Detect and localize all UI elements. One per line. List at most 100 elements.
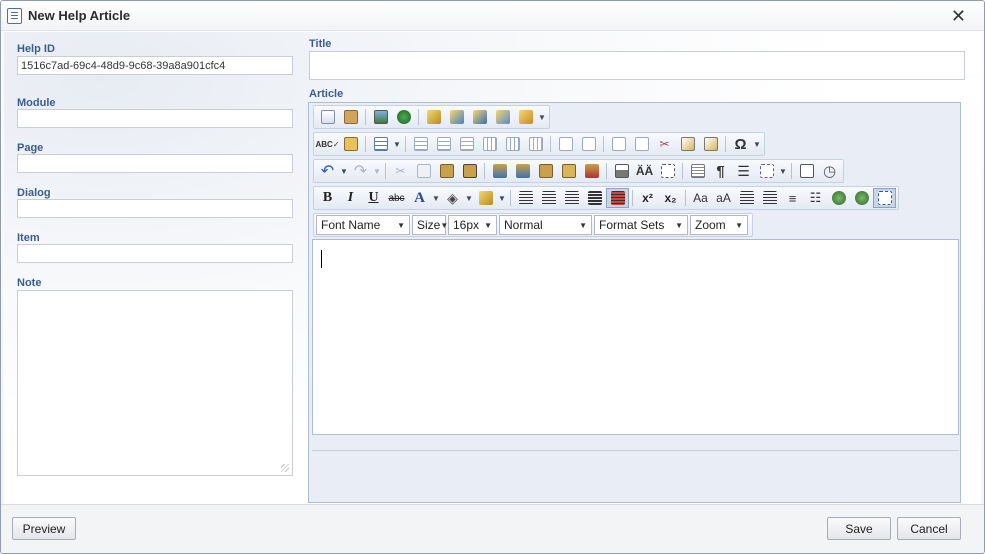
justify-icon[interactable] — [583, 188, 606, 208]
paste-from-word-icon[interactable] — [458, 161, 481, 181]
chevron-down-icon[interactable]: ▼ — [372, 161, 382, 181]
ordered-list-icon[interactable]: ≡ — [781, 188, 804, 208]
delete-row-icon[interactable] — [455, 134, 478, 154]
zoom-select[interactable]: Zoom ▼ — [690, 215, 748, 235]
link-manager-icon[interactable] — [422, 107, 445, 127]
insert-column-left-icon[interactable] — [478, 134, 501, 154]
insert-row-above-icon[interactable] — [409, 134, 432, 154]
help-id-field[interactable] — [17, 56, 293, 75]
paste-plain-text-icon[interactable] — [488, 161, 511, 181]
cut-icon[interactable]: ✂ — [389, 161, 412, 181]
insert-column-right-icon[interactable] — [501, 134, 524, 154]
underline-icon[interactable]: U — [362, 188, 385, 208]
merge-columns-icon[interactable] — [554, 134, 577, 154]
paragraph-icon[interactable]: ¶ — [709, 161, 732, 181]
delete-column-icon[interactable] — [524, 134, 547, 154]
insert-row-below-icon[interactable] — [432, 134, 455, 154]
image-manager-icon[interactable] — [392, 107, 415, 127]
paste-html-icon[interactable] — [580, 161, 603, 181]
find-replace-icon[interactable] — [339, 134, 362, 154]
hyperlink-icon[interactable] — [827, 188, 850, 208]
chevron-down-icon[interactable]: ▼ — [464, 188, 474, 208]
chevron-down-icon[interactable]: ▼ — [497, 188, 507, 208]
cut-cell-icon[interactable]: ✂ — [653, 134, 676, 154]
chevron-down-icon[interactable]: ▼ — [431, 188, 441, 208]
outdent-icon[interactable] — [758, 188, 781, 208]
cell-properties-icon[interactable] — [699, 134, 722, 154]
title-field[interactable] — [309, 51, 965, 80]
convert-to-lower-icon[interactable]: Aa — [689, 188, 712, 208]
preview-button[interactable]: Preview — [12, 517, 76, 540]
find-icon[interactable]: ÄÄ — [633, 161, 656, 181]
note-textarea[interactable] — [17, 290, 293, 476]
page-field[interactable] — [17, 154, 293, 173]
save-button[interactable]: Save — [827, 517, 891, 540]
font-name-select[interactable]: Font Name ▼ — [316, 215, 410, 235]
table-icon[interactable] — [369, 134, 392, 154]
paste-special-icon[interactable] — [557, 161, 580, 181]
editor-content-area[interactable] — [312, 239, 959, 435]
redo-icon[interactable]: ↷ — [349, 161, 372, 181]
spellcheck-icon[interactable]: ABC✓ — [315, 134, 339, 154]
unordered-list-icon[interactable]: ☷ — [804, 188, 827, 208]
clear-format-icon[interactable] — [339, 107, 362, 127]
align-center-icon[interactable] — [537, 188, 560, 208]
fore-color-icon[interactable]: A — [408, 188, 431, 208]
undo-icon[interactable]: ↶ — [316, 161, 339, 181]
align-left-icon[interactable] — [514, 188, 537, 208]
symbols-icon[interactable]: Ω — [729, 134, 752, 154]
document-edit-icon[interactable] — [316, 107, 339, 127]
copy-icon[interactable] — [412, 161, 435, 181]
unlink-icon[interactable] — [850, 188, 873, 208]
bold-icon[interactable]: B — [316, 188, 339, 208]
table-properties-icon[interactable] — [676, 134, 699, 154]
dialog-titlebar[interactable]: New Help Article ✕ — [1, 1, 984, 31]
remove-alignment-icon[interactable] — [606, 188, 629, 208]
media-manager-icon[interactable] — [468, 107, 491, 127]
print-icon[interactable] — [610, 161, 633, 181]
paste-icon[interactable] — [435, 161, 458, 181]
format-stripper-icon[interactable] — [686, 161, 709, 181]
resize-grip-icon[interactable] — [281, 464, 289, 472]
text-caret — [321, 250, 322, 268]
module-manager-icon[interactable] — [795, 161, 818, 181]
document-manager-icon[interactable] — [491, 107, 514, 127]
real-font-size-select[interactable]: 16px ▼ — [448, 215, 497, 235]
track-changes-icon[interactable]: ◷ — [818, 161, 841, 181]
chevron-down-icon[interactable]: ▼ — [392, 134, 402, 154]
align-right-icon[interactable] — [560, 188, 583, 208]
paste-format-icon[interactable] — [534, 161, 557, 181]
insert-snippet-icon[interactable] — [755, 161, 778, 181]
module-field[interactable] — [17, 109, 293, 128]
cancel-button[interactable]: Cancel — [897, 517, 961, 540]
select-all-icon[interactable] — [656, 161, 679, 181]
paste-as-html-icon[interactable] — [511, 161, 534, 181]
italic-icon[interactable]: I — [339, 188, 362, 208]
font-size-select[interactable]: Size ▼ — [412, 215, 448, 235]
chevron-down-icon[interactable]: ▼ — [752, 134, 762, 154]
close-icon[interactable]: ✕ — [951, 6, 966, 27]
strikethrough-icon[interactable]: abc — [385, 188, 408, 208]
template-manager-icon[interactable] — [514, 107, 537, 127]
split-cell-icon[interactable] — [607, 134, 630, 154]
insert-image-icon[interactable] — [369, 107, 392, 127]
chevron-down-icon[interactable]: ▼ — [339, 161, 349, 181]
horizontal-rule-icon[interactable]: ☰ — [732, 161, 755, 181]
format-sets-select[interactable]: Format Sets ▼ — [594, 215, 688, 235]
subscript-icon[interactable]: x₂ — [659, 188, 682, 208]
flash-manager-icon[interactable] — [445, 107, 468, 127]
item-field[interactable] — [17, 244, 293, 263]
chevron-down-icon[interactable]: ▼ — [537, 107, 547, 127]
merge-rows-icon[interactable] — [577, 134, 600, 154]
paragraph-style-select[interactable]: Normal ▼ — [499, 215, 592, 235]
indent-icon[interactable] — [735, 188, 758, 208]
split-cell-horizontal-icon[interactable] — [630, 134, 653, 154]
convert-to-upper-icon[interactable]: aA — [712, 188, 735, 208]
toggle-border-icon[interactable] — [873, 188, 896, 208]
dialog-field[interactable] — [17, 199, 293, 218]
format-painter-icon[interactable] — [474, 188, 497, 208]
superscript-icon[interactable]: x² — [636, 188, 659, 208]
back-color-icon[interactable]: ◈ — [441, 188, 464, 208]
chevron-down-icon[interactable]: ▼ — [778, 161, 788, 181]
help-id-label: Help ID — [17, 43, 55, 55]
